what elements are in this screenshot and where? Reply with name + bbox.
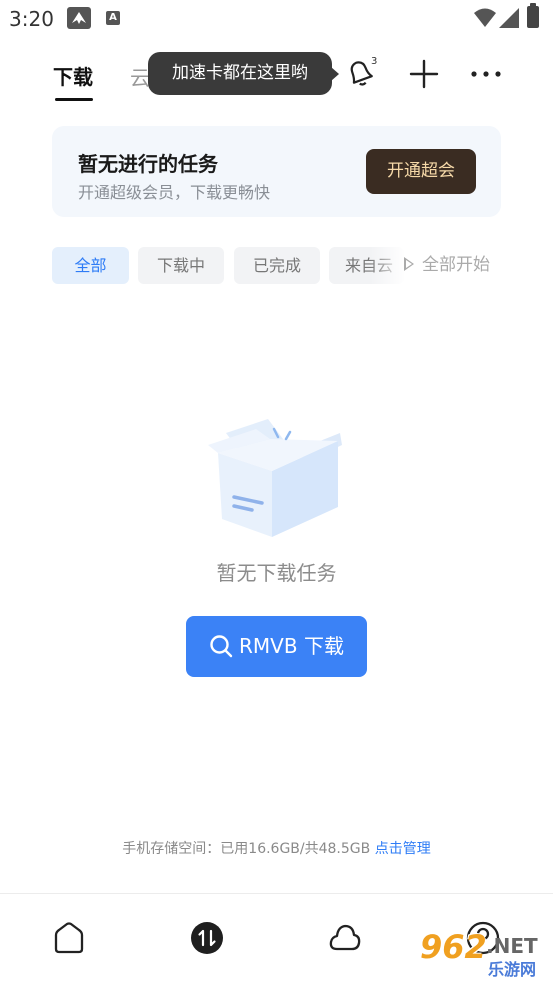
more-icon[interactable] (469, 58, 503, 90)
notification-app-icon (67, 7, 91, 29)
battery-icon (527, 3, 539, 28)
signal-icon (499, 8, 519, 28)
tab-download[interactable]: 下载 (53, 61, 93, 90)
notification-a-icon: A (106, 11, 120, 25)
watermark-net: .NET (486, 934, 538, 958)
rmvb-download-label: RMVB 下载 (239, 634, 344, 658)
storage-usage-text: 手机存储空间：已用16.6GB/共48.5GB (122, 841, 371, 857)
accelerator-tooltip[interactable]: 加速卡都在这里哟 (148, 52, 339, 95)
empty-state-text: 暂无下载任务 (216, 561, 337, 585)
empty-box-illustration (208, 419, 342, 537)
watermark-site-name: 乐游网 (488, 960, 537, 979)
watermark-number: 962 (420, 928, 487, 966)
start-all-label: 全部开始 (422, 255, 490, 275)
storage-manage-link[interactable]: 点击管理 (375, 841, 431, 857)
transfer-icon[interactable] (190, 921, 224, 955)
start-all-button[interactable]: 全部开始 (404, 253, 490, 277)
cloud-icon[interactable] (328, 921, 362, 955)
notification-count-badge: 3 (371, 56, 378, 67)
search-icon (210, 634, 233, 657)
home-icon[interactable] (52, 921, 86, 955)
promo-title: 暂无进行的任务 (78, 152, 218, 176)
site-watermark-logo: 962 .NET 乐游网 (414, 928, 548, 979)
plus-icon[interactable] (408, 58, 440, 90)
rmvb-download-button[interactable]: RMVB 下载 (186, 616, 367, 677)
filter-chip-all[interactable]: 全部 (52, 247, 129, 284)
status-time: 3:20 (9, 7, 54, 31)
chip-scroll-fade (370, 247, 406, 284)
wifi-icon (474, 8, 496, 27)
status-bar: 3:20 A (0, 0, 553, 38)
filter-chip-completed[interactable]: 已完成 (234, 247, 320, 284)
tab-active-indicator (55, 98, 93, 101)
promo-subtitle: 开通超级会员，下载更畅快 (78, 183, 271, 202)
storage-info: 手机存储空间：已用16.6GB/共48.5GB 点击管理 (0, 838, 553, 858)
play-icon (404, 256, 414, 271)
vip-promo-card: 暂无进行的任务 开通超级会员，下载更畅快 开通超会 (52, 126, 501, 217)
open-vip-button[interactable]: 开通超会 (366, 149, 476, 194)
filter-chip-downloading[interactable]: 下载中 (138, 247, 224, 284)
